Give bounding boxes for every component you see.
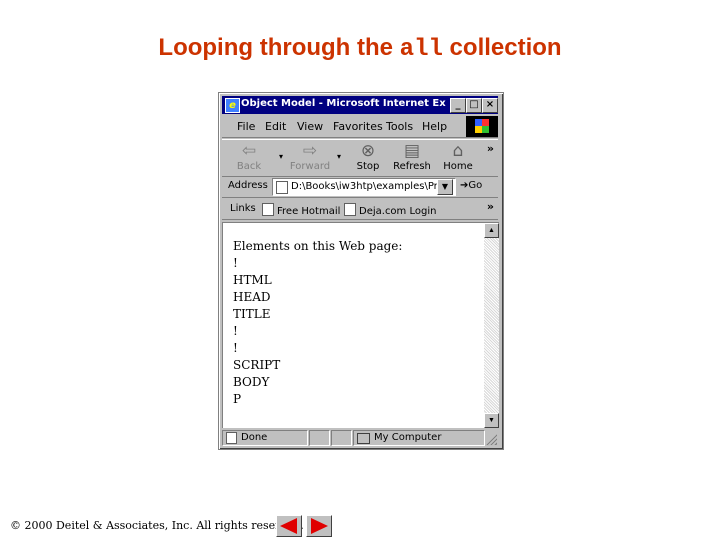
element-item: !: [233, 324, 238, 338]
element-item: P: [233, 392, 242, 406]
forward-label: Forward: [289, 161, 331, 172]
ie-logo-icon[interactable]: e: [225, 98, 240, 113]
content-heading: Elements on this Web page:: [233, 239, 403, 253]
back-arrow-icon: ⇦: [241, 141, 257, 161]
menu-edit[interactable]: Edit: [265, 120, 286, 133]
copyright-notice: © 2000 Deitel & Associates, Inc. All rig…: [10, 519, 304, 532]
stop-label: Stop: [356, 161, 380, 172]
element-item: HEAD: [233, 290, 271, 304]
home-label: Home: [443, 161, 473, 172]
title-code: all: [399, 36, 443, 63]
go-label: Go: [468, 180, 483, 191]
scroll-down-icon[interactable]: ▼: [484, 413, 499, 428]
page-icon: [262, 203, 274, 216]
stop-button[interactable]: ⊗ Stop: [344, 142, 392, 174]
status-pane: [309, 430, 330, 446]
home-button[interactable]: ⌂ Home: [434, 142, 482, 174]
page-icon: [344, 203, 356, 216]
computer-icon: [357, 433, 370, 444]
menu-view[interactable]: View: [297, 120, 323, 133]
element-item: TITLE: [233, 307, 271, 321]
window-title: Object Model - Microsoft Internet Expl..…: [241, 98, 446, 109]
link-free-hotmail-label: Free Hotmail: [277, 206, 341, 217]
links-bar: Links Free Hotmail Deja.com Login »: [222, 199, 498, 220]
element-item: !: [233, 341, 238, 355]
refresh-button[interactable]: ▤ Refresh: [388, 142, 436, 174]
status-zone: My Computer: [374, 432, 442, 443]
element-item: BODY: [233, 375, 270, 389]
address-bar: Address D:\Books\iw3htp\examples\Pres ▼ …: [222, 177, 498, 198]
status-zone-pane: My Computer: [353, 430, 485, 446]
resize-grip-icon[interactable]: [485, 433, 497, 445]
links-more-icon[interactable]: »: [487, 200, 494, 213]
back-dropdown-icon[interactable]: ▾: [279, 152, 283, 161]
refresh-label: Refresh: [393, 161, 431, 172]
home-icon: ⌂: [452, 141, 464, 161]
element-item: !: [233, 256, 238, 270]
link-deja-login[interactable]: Deja.com Login: [344, 203, 436, 217]
previous-slide-button[interactable]: [276, 515, 302, 537]
page-icon: [226, 432, 237, 444]
content-text: Elements on this Web page: ! HTML HEAD T…: [233, 238, 402, 408]
right-arrow-icon: [311, 518, 328, 534]
link-free-hotmail[interactable]: Free Hotmail: [262, 203, 340, 217]
menu-tools[interactable]: Tools: [386, 120, 413, 133]
link-deja-login-label: Deja.com Login: [359, 206, 437, 217]
links-label: Links: [230, 203, 256, 214]
slide-title: Looping through the all collection: [0, 34, 720, 63]
toolbar-more-icon[interactable]: »: [487, 142, 494, 155]
status-text: Done: [241, 432, 268, 443]
forward-button[interactable]: ⇨ Forward: [286, 142, 334, 174]
scroll-up-icon[interactable]: ▲: [484, 223, 499, 238]
forward-dropdown-icon[interactable]: ▾: [337, 152, 341, 161]
menu-help[interactable]: Help: [422, 120, 447, 133]
toolbar: ⇦ Back ▾ ⇨ Forward ▾ ⊗ Stop ▤ Refresh ⌂ …: [222, 139, 498, 177]
vertical-scrollbar[interactable]: ▲ ▼: [484, 223, 499, 428]
status-text-pane: Done: [222, 430, 308, 446]
minimize-button[interactable]: _: [450, 98, 466, 113]
status-bar: Done My Computer: [222, 429, 498, 446]
title-bar[interactable]: e Object Model - Microsoft Internet Expl…: [222, 96, 498, 114]
element-item: HTML: [233, 273, 272, 287]
title-prefix: Looping through the: [158, 34, 400, 61]
page-icon: [276, 181, 288, 194]
stop-icon: ⊗: [360, 141, 376, 161]
menu-bar: File Edit View Favorites Tools Help: [222, 116, 498, 138]
close-button[interactable]: ×: [482, 98, 498, 113]
page-content: Elements on this Web page: ! HTML HEAD T…: [222, 222, 499, 428]
address-value: D:\Books\iw3htp\examples\Pres: [291, 181, 449, 192]
address-label: Address: [228, 180, 268, 191]
element-item: SCRIPT: [233, 358, 281, 372]
back-button[interactable]: ⇦ Back: [225, 142, 273, 174]
back-label: Back: [236, 161, 262, 172]
menu-file[interactable]: File: [237, 120, 255, 133]
status-pane: [331, 430, 352, 446]
address-dropdown-icon[interactable]: ▼: [437, 179, 453, 195]
go-button[interactable]: ➔Go: [460, 180, 482, 191]
menu-favorites[interactable]: Favorites: [333, 120, 383, 133]
browser-window: e Object Model - Microsoft Internet Expl…: [218, 92, 504, 450]
forward-arrow-icon: ⇨: [302, 141, 318, 161]
maximize-button[interactable]: □: [466, 98, 482, 113]
refresh-icon: ▤: [403, 141, 421, 161]
next-slide-button[interactable]: [306, 515, 332, 537]
left-arrow-icon: [280, 518, 297, 534]
address-input[interactable]: D:\Books\iw3htp\examples\Pres: [272, 178, 456, 196]
title-suffix: collection: [442, 34, 562, 61]
windows-logo-icon: [466, 116, 498, 137]
